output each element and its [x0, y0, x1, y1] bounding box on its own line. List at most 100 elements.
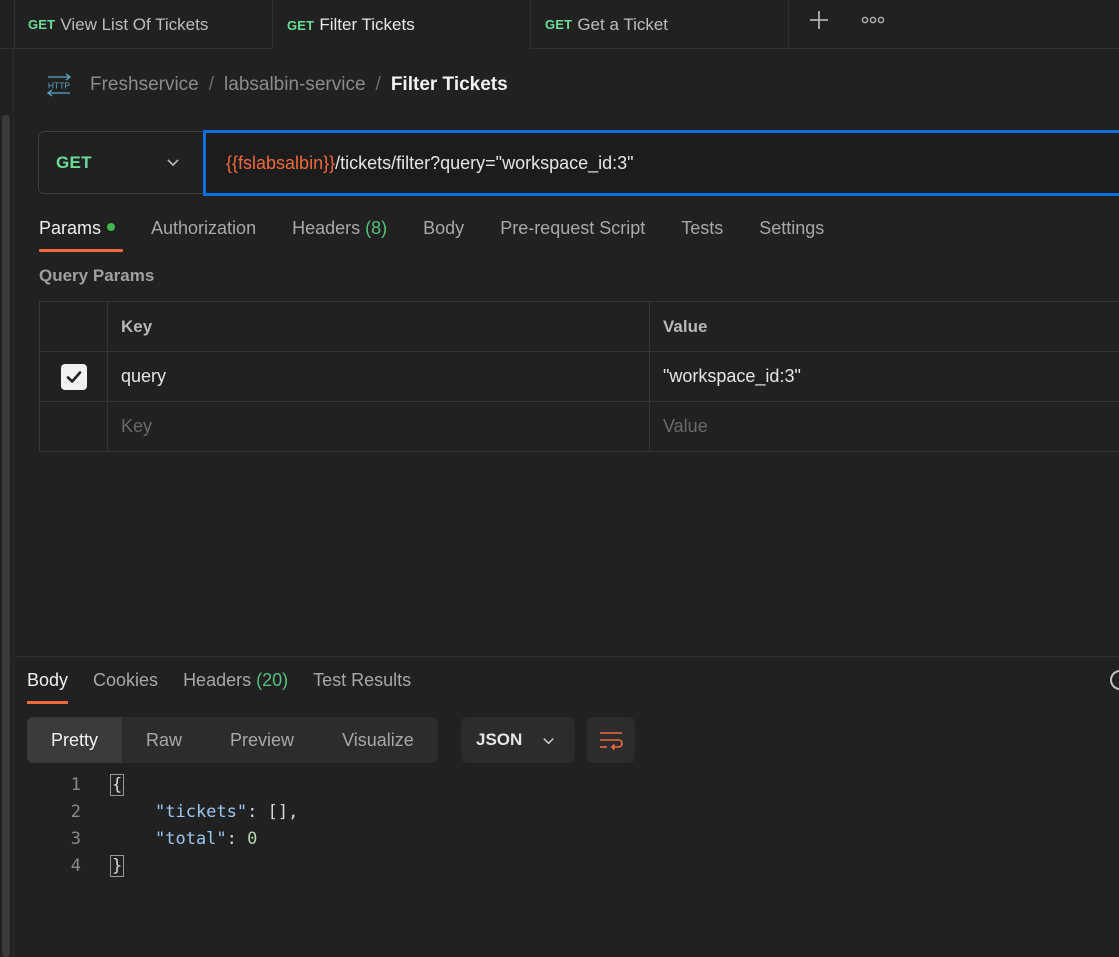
param-key-input[interactable]: query — [108, 352, 650, 401]
code-text: "tickets": [], — [155, 802, 298, 822]
tab-body[interactable]: Body — [423, 212, 464, 252]
plus-icon — [810, 11, 828, 29]
tab-headers-label: Headers — [292, 218, 361, 238]
breadcrumb: HTTP Freshservice / labsalbin-service / … — [46, 70, 508, 100]
tab-response-headers-label: Headers — [183, 670, 252, 690]
method-select[interactable]: GET — [38, 131, 204, 194]
tab-tests-label: Tests — [681, 218, 724, 238]
chevron-down-icon — [543, 738, 554, 745]
tab-response-body[interactable]: Body — [27, 664, 69, 704]
query-params-table: Key Value query "workspace_id:3" Key Val… — [39, 301, 1119, 452]
code-brace: { — [109, 773, 125, 796]
tab-cookies[interactable]: Cookies — [93, 664, 158, 704]
tab-method: GET — [545, 17, 573, 32]
response-format-select[interactable]: JSON — [461, 717, 575, 763]
breadcrumb-separator: / — [208, 74, 215, 95]
line-number: 2 — [70, 801, 81, 822]
tab-prerequest-label: Pre-request Script — [500, 218, 646, 238]
tab-authorization-label: Authorization — [151, 218, 257, 238]
param-enabled-checkbox[interactable] — [60, 363, 87, 390]
view-preview-button[interactable]: Preview — [206, 717, 318, 763]
tab-tests[interactable]: Tests — [681, 212, 723, 252]
checkbox-column-header — [40, 302, 108, 351]
new-tab-button[interactable] — [801, 4, 837, 36]
tab-authorization[interactable]: Authorization — [151, 212, 256, 252]
status-dot — [107, 223, 116, 232]
wrap-lines-icon — [600, 732, 623, 751]
response-view-mode: Pretty Raw Preview Visualize — [27, 717, 438, 763]
tab-settings-label: Settings — [759, 218, 825, 238]
query-params-title: Query Params — [39, 266, 155, 285]
tab-label: Get a Ticket — [577, 14, 669, 34]
new-param-value-input[interactable]: Value — [650, 402, 1119, 451]
more-options-icon — [861, 16, 885, 24]
tab-settings[interactable]: Settings — [759, 212, 824, 252]
svg-text:HTTP: HTTP — [48, 81, 71, 91]
view-visualize-button[interactable]: Visualize — [318, 717, 438, 763]
tab-response-headers[interactable]: Headers (20) — [183, 664, 288, 704]
breadcrumb-collection[interactable]: labsalbin-service — [224, 74, 366, 96]
breadcrumb-workspace[interactable]: Freshservice — [90, 74, 199, 96]
tab-params-label: Params — [39, 218, 102, 238]
request-tabs: Params Authorization Headers (8) Body Pr… — [39, 212, 860, 252]
code-text: } — [109, 854, 125, 877]
format-value: JSON — [476, 730, 523, 749]
code-line: 1 { — [0, 771, 1119, 798]
json-key: "total" — [155, 828, 227, 849]
check-icon — [66, 370, 81, 383]
tab-params[interactable]: Params — [39, 212, 124, 252]
new-param-key-input[interactable]: Key — [108, 402, 650, 451]
json-number: 0 — [247, 828, 258, 849]
value-column-header: Value — [650, 302, 1119, 351]
tab-headers[interactable]: Headers (8) — [292, 212, 387, 252]
row-checkbox-cell — [40, 402, 108, 451]
tab-filter-tickets[interactable]: GET Filter Tickets — [273, 0, 531, 50]
code-text: "total": 0 — [155, 829, 257, 849]
tab-method: GET — [287, 17, 315, 33]
row-checkbox-cell — [40, 352, 108, 401]
response-headers-count: (20) — [256, 670, 289, 690]
chevron-down-icon — [167, 159, 179, 167]
line-number: 4 — [70, 855, 81, 876]
tab-test-results[interactable]: Test Results — [313, 664, 411, 704]
table-row-new: Key Value — [40, 402, 1119, 452]
code-line: 4 } — [0, 852, 1119, 879]
response-body-code[interactable]: 1 { 2 "tickets": [], 3 "total": 0 4 } — [0, 771, 1119, 879]
line-number: 3 — [70, 828, 81, 849]
tab-body-label: Body — [423, 218, 465, 238]
breadcrumb-separator: / — [375, 74, 381, 95]
param-value-input[interactable]: "workspace_id:3" — [650, 352, 1119, 401]
view-raw-button[interactable]: Raw — [122, 717, 206, 763]
tab-prerequest-script[interactable]: Pre-request Script — [500, 212, 645, 252]
json-value: : [], — [247, 801, 299, 822]
line-number: 1 — [70, 774, 81, 795]
pane-resize-handle[interactable] — [14, 656, 1119, 657]
method-value: GET — [56, 152, 92, 172]
table-row: query "workspace_id:3" — [40, 352, 1119, 402]
tab-label: View List Of Tickets — [60, 14, 209, 34]
code-line: 3 "total": 0 — [0, 825, 1119, 852]
json-key: "tickets" — [155, 801, 248, 822]
response-tabs: Body Cookies Headers (20) Test Results — [27, 664, 436, 704]
json-colon: : — [226, 828, 248, 849]
url-variable: {{fslabsalbin}} — [226, 152, 336, 173]
view-pretty-button[interactable]: Pretty — [27, 717, 123, 763]
globe-icon[interactable] — [1110, 670, 1119, 690]
http-icon: HTTP — [46, 73, 72, 97]
tab-label: Filter Tickets — [319, 15, 415, 34]
headers-count: (8) — [365, 218, 388, 238]
url-path: /tickets/filter?query="workspace_id:3" — [335, 152, 634, 173]
request-tab-bar: GET View List Of Tickets GET Filter Tick… — [0, 0, 1119, 50]
tab-get-a-ticket[interactable]: GET Get a Ticket — [531, 0, 789, 49]
more-tabs-button[interactable] — [855, 4, 891, 36]
key-column-header: Key — [108, 302, 650, 351]
table-header-row: Key Value — [40, 302, 1119, 352]
code-brace: } — [109, 854, 125, 877]
code-line: 2 "tickets": [], — [0, 798, 1119, 825]
wrap-lines-button[interactable] — [587, 717, 635, 763]
url-input[interactable]: {{fslabsalbin}}/tickets/filter?query="wo… — [203, 130, 1119, 196]
code-text: { — [109, 773, 125, 796]
breadcrumb-request-name[interactable]: Filter Tickets — [391, 74, 508, 96]
tab-method: GET — [28, 17, 56, 32]
tab-view-list-of-tickets[interactable]: GET View List Of Tickets — [14, 0, 273, 49]
